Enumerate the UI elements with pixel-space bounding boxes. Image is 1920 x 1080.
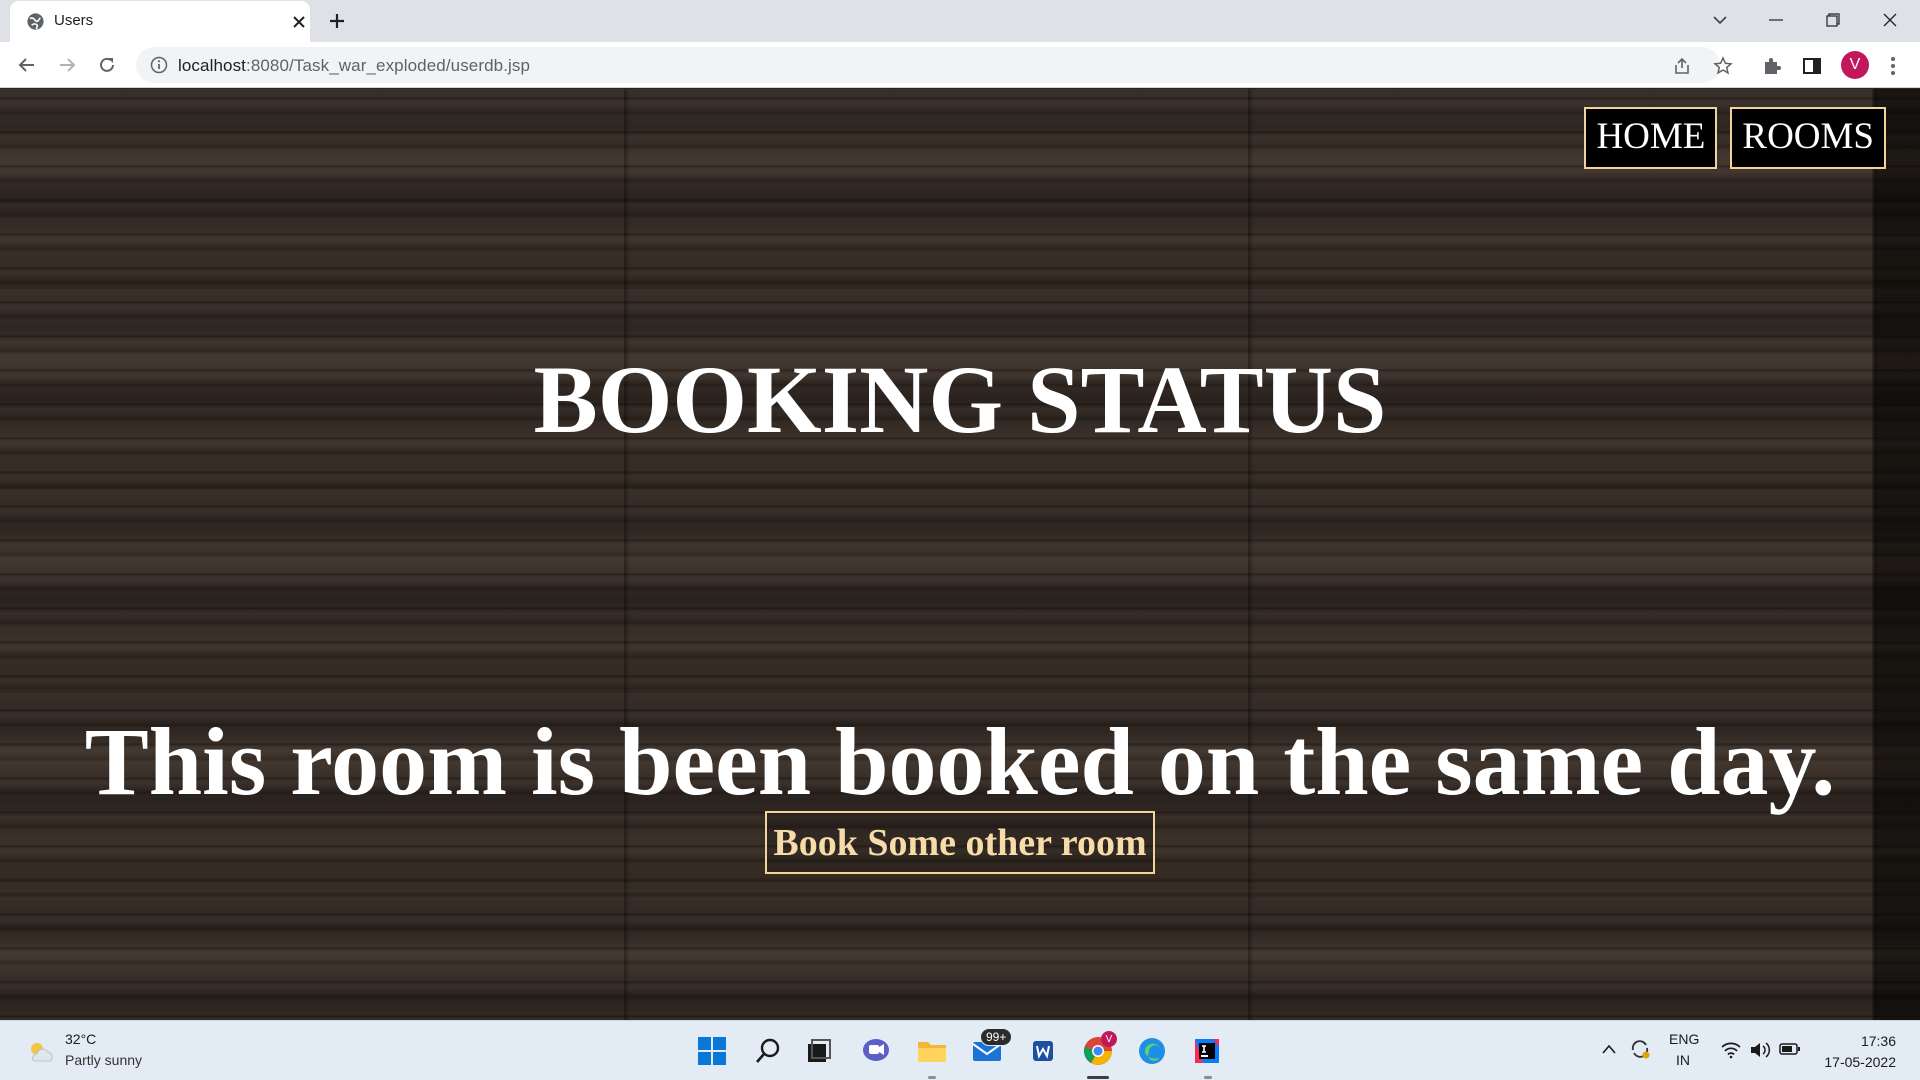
nav-rooms-link[interactable]: ROOMS xyxy=(1730,107,1886,169)
teams-chat-icon xyxy=(863,1039,889,1061)
browser-toolbar: localhost:8080/Task_war_exploded/userdb.… xyxy=(0,42,1920,88)
url-host: localhost xyxy=(178,56,246,75)
restore-icon xyxy=(1826,13,1840,27)
teams-chat-button[interactable] xyxy=(859,1034,893,1068)
search-button[interactable] xyxy=(751,1034,785,1068)
book-other-room-button[interactable]: Book Some other room xyxy=(765,811,1155,874)
intellij-app-button[interactable] xyxy=(1190,1034,1224,1068)
language-indicator-top[interactable]: ENG xyxy=(1669,1031,1699,1047)
wifi-icon[interactable] xyxy=(1720,1041,1742,1059)
profile-avatar[interactable]: V xyxy=(1841,51,1869,79)
close-window-button[interactable] xyxy=(1862,0,1918,40)
side-panel-icon[interactable] xyxy=(1801,55,1823,77)
top-navigation: HOME ROOMS xyxy=(1584,107,1886,169)
word-app-button[interactable] xyxy=(1026,1034,1060,1068)
browser-tab[interactable]: Users xyxy=(10,1,310,42)
chevron-up-icon[interactable] xyxy=(1601,1043,1617,1055)
volume-icon[interactable] xyxy=(1749,1040,1771,1060)
running-indicator xyxy=(1204,1076,1212,1079)
folder-icon xyxy=(918,1042,946,1062)
active-indicator xyxy=(1087,1076,1109,1079)
taskbar: 32°C Partly sunny 99+ V ENG IN 17:36 17-… xyxy=(0,1020,1920,1080)
task-view-icon xyxy=(808,1039,831,1062)
globe-icon xyxy=(27,13,44,30)
booking-status-message: This room is been booked on the same day… xyxy=(84,708,1836,815)
language-indicator-bottom[interactable]: IN xyxy=(1676,1052,1690,1068)
back-arrow-icon xyxy=(18,58,34,72)
close-icon xyxy=(1883,13,1897,27)
sync-icon[interactable] xyxy=(1628,1037,1652,1061)
forward-arrow-icon xyxy=(60,58,76,72)
nav-home-link[interactable]: HOME xyxy=(1584,107,1718,169)
menu-kebab-icon[interactable] xyxy=(1882,55,1904,77)
partly-sunny-icon[interactable] xyxy=(26,1039,56,1065)
chevron-down-icon xyxy=(1713,16,1727,25)
system-clock[interactable]: 17:36 17-05-2022 xyxy=(1824,1031,1896,1073)
forward-button[interactable] xyxy=(54,52,80,78)
page-viewport: HOME ROOMS BOOKING STATUS This room is b… xyxy=(0,89,1920,1020)
battery-icon[interactable] xyxy=(1779,1042,1801,1056)
bookmark-star-icon[interactable] xyxy=(1713,56,1733,76)
share-icon[interactable] xyxy=(1672,56,1692,76)
clock-date: 17-05-2022 xyxy=(1824,1054,1896,1070)
start-button[interactable] xyxy=(695,1034,729,1068)
edge-icon xyxy=(1139,1038,1165,1064)
chrome-profile-badge: V xyxy=(1101,1031,1117,1047)
new-tab-icon[interactable] xyxy=(322,8,352,34)
tab-title: Users xyxy=(54,12,94,29)
intellij-icon xyxy=(1195,1039,1219,1063)
wood-panel-seam xyxy=(1248,89,1254,1020)
file-explorer-button[interactable] xyxy=(915,1034,949,1068)
close-tab-icon[interactable] xyxy=(290,13,308,31)
clock-time: 17:36 xyxy=(1860,1033,1896,1049)
url-text[interactable]: localhost:8080/Task_war_exploded/userdb.… xyxy=(178,56,530,76)
search-icon xyxy=(756,1038,780,1063)
address-bar[interactable]: localhost:8080/Task_war_exploded/userdb.… xyxy=(136,47,1720,83)
edge-app-button[interactable] xyxy=(1135,1034,1169,1068)
restore-button[interactable] xyxy=(1805,0,1861,40)
url-path: :8080/Task_war_exploded/userdb.jsp xyxy=(246,56,531,75)
info-icon[interactable] xyxy=(150,56,168,74)
task-view-button[interactable] xyxy=(802,1034,836,1068)
minimize-button[interactable] xyxy=(1748,0,1804,40)
tab-strip: Users xyxy=(0,0,1920,42)
running-indicator xyxy=(928,1076,936,1079)
weather-temperature[interactable]: 32°C xyxy=(65,1031,96,1047)
extensions-puzzle-icon[interactable] xyxy=(1761,55,1783,77)
page-title: BOOKING STATUS xyxy=(533,346,1387,453)
back-button[interactable] xyxy=(14,52,40,78)
reload-icon xyxy=(100,57,114,72)
wood-panel-seam xyxy=(624,89,630,1020)
right-shadow xyxy=(1874,89,1920,1020)
windows-logo-icon xyxy=(698,1037,726,1065)
mail-unread-badge: 99+ xyxy=(980,1028,1013,1046)
reload-button[interactable] xyxy=(94,52,120,78)
word-app-icon xyxy=(1033,1041,1053,1061)
chrome-profile-badge-text: V xyxy=(1105,1033,1113,1045)
tab-search-button[interactable] xyxy=(1692,0,1748,40)
minimize-icon xyxy=(1769,19,1783,21)
weather-description[interactable]: Partly sunny xyxy=(65,1052,142,1068)
